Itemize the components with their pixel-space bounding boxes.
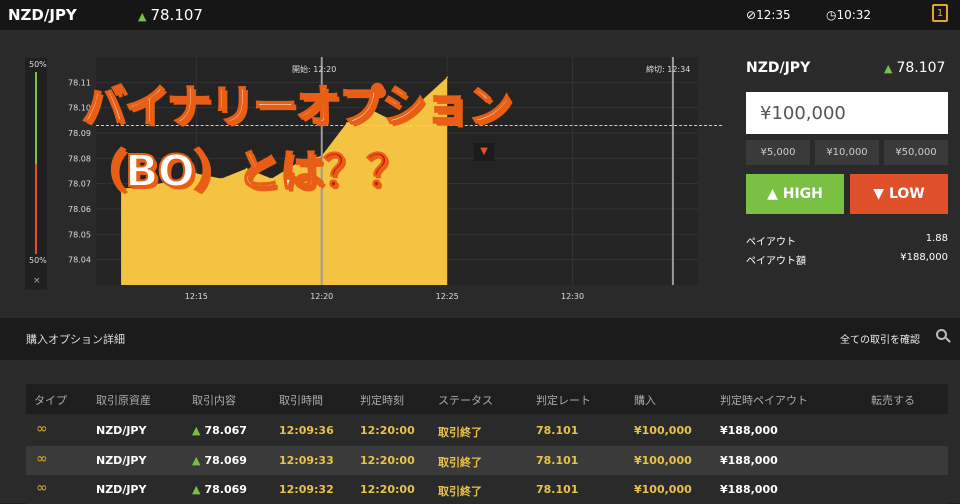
high-button-label: HIGH <box>782 186 823 202</box>
row-status: 取引終了 <box>438 456 482 469</box>
link-icon: ∞ <box>36 421 48 437</box>
up-arrow-icon: ▲ <box>192 454 201 467</box>
row-status: 取引終了 <box>438 426 482 439</box>
low-marker-icon: ▼ <box>474 143 494 161</box>
payout-label: ペイアウト <box>746 237 796 248</box>
col-judge-time: 判定時刻 <box>360 394 404 407</box>
link-icon: ∞ <box>36 480 48 496</box>
row-content-value: 78.069 <box>204 483 247 496</box>
link-icon: ∞ <box>36 451 48 467</box>
payout-row: ペイアウト 1.88 <box>746 233 948 248</box>
row-content: ▲ 78.069 <box>192 454 247 467</box>
y-tick-label: 78.04 <box>68 256 91 265</box>
row-rate: 78.101 <box>536 424 579 437</box>
table-row[interactable]: ∞ NZD/JPY ▲ 78.069 12:09:33 12:20:00 取引終了… <box>26 446 948 475</box>
row-payout: ¥188,000 <box>720 454 778 467</box>
payout-amount-label: ペイアウト額 <box>746 256 806 267</box>
options-table-area: タイプ 取引原資産 取引内容 取引時間 判定時刻 ステータス 判定レート 購入 … <box>0 360 960 504</box>
overlay-title-line1: バイナリーオプション <box>81 80 513 133</box>
view-all-link[interactable]: 全ての取引を確認 <box>840 331 920 346</box>
high-button[interactable]: ▲ HIGH <box>746 174 844 214</box>
quick-amount-5000[interactable]: ¥5,000 <box>746 140 810 165</box>
y-tick-label: 78.05 <box>68 230 91 239</box>
row-buy: ¥100,000 <box>634 483 692 496</box>
table-header: タイプ 取引原資産 取引内容 取引時間 判定時刻 ステータス 判定レート 購入 … <box>26 384 948 414</box>
up-arrow-icon: ▲ <box>884 62 893 75</box>
row-time: 12:09:32 <box>279 483 334 496</box>
search-icon[interactable] <box>936 329 947 340</box>
row-asset: NZD/JPY <box>96 424 147 437</box>
amount-input[interactable] <box>746 92 948 134</box>
section-title: 購入オプション詳細 <box>26 333 125 346</box>
row-content-value: 78.067 <box>204 424 247 437</box>
row-time: 12:09:33 <box>279 454 334 467</box>
row-content-value: 78.069 <box>204 454 247 467</box>
high-arrow-icon: ▲ <box>767 186 783 202</box>
row-rate: 78.101 <box>536 483 579 496</box>
row-payout: ¥188,000 <box>720 424 778 437</box>
row-time: 12:09:36 <box>279 424 334 437</box>
low-button[interactable]: ▼ LOW <box>850 174 948 214</box>
table-row[interactable]: ∞ NZD/JPY ▲ 78.067 12:09:36 12:20:00 取引終了… <box>26 416 948 445</box>
x-tick-label: 12:20 <box>310 292 333 301</box>
row-asset: NZD/JPY <box>96 483 147 496</box>
row-content: ▲ 78.067 <box>192 424 247 437</box>
trade-pair: NZD/JPY <box>746 60 811 76</box>
up-arrow-icon: ▲ <box>192 424 201 437</box>
col-content: 取引内容 <box>192 394 236 407</box>
end-time-label: 締切: 12:34 <box>646 65 691 74</box>
trade-rate-value: 78.107 <box>896 60 946 76</box>
overlay-title-line2: （BO）とは？？ <box>81 135 410 199</box>
y-tick-label: 78.06 <box>68 205 91 214</box>
col-judge-rate: 判定レート <box>536 394 591 407</box>
row-status: 取引終了 <box>438 485 482 498</box>
row-rate: 78.101 <box>536 454 579 467</box>
row-content: ▲ 78.069 <box>192 483 247 496</box>
payout-amount-row: ペイアウト額 ¥188,000 <box>746 252 948 267</box>
section-header: 購入オプション詳細 全ての取引を確認 <box>0 318 960 360</box>
table-row[interactable]: ∞ NZD/JPY ▲ 78.069 12:09:32 12:20:00 取引終了… <box>26 475 948 504</box>
row-asset: NZD/JPY <box>96 454 147 467</box>
col-payout: 判定時ペイアウト <box>720 394 808 407</box>
x-tick-label: 12:15 <box>185 292 208 301</box>
row-judge: 12:20:00 <box>360 483 415 496</box>
row-payout: ¥188,000 <box>720 483 778 496</box>
low-arrow-icon: ▼ <box>873 186 889 202</box>
col-asset: 取引原資産 <box>96 394 151 407</box>
x-tick-label: 12:25 <box>436 292 459 301</box>
quick-amount-50000[interactable]: ¥50,000 <box>884 140 948 165</box>
row-buy: ¥100,000 <box>634 424 692 437</box>
up-arrow-icon: ▲ <box>192 483 201 496</box>
overlay-question-marks: ？？ <box>322 146 410 198</box>
row-buy: ¥100,000 <box>634 454 692 467</box>
low-button-label: LOW <box>888 186 925 202</box>
col-resell: 転売する <box>871 394 915 407</box>
col-type: タイプ <box>34 394 67 407</box>
overlay-title-text: （BO）とは <box>81 145 325 198</box>
payout-amount-value: ¥188,000 <box>900 252 948 263</box>
trade-rate: ▲ 78.107 <box>884 60 945 76</box>
col-status: ステータス <box>438 394 493 407</box>
quick-amount-10000[interactable]: ¥10,000 <box>815 140 879 165</box>
row-judge: 12:20:00 <box>360 424 415 437</box>
col-buy: 購入 <box>634 394 656 407</box>
col-time: 取引時間 <box>279 394 323 407</box>
x-tick-label: 12:30 <box>561 292 584 301</box>
payout-value: 1.88 <box>925 233 948 244</box>
row-judge: 12:20:00 <box>360 454 415 467</box>
